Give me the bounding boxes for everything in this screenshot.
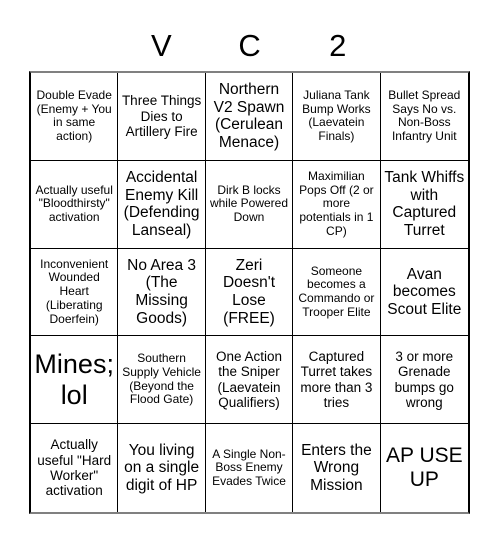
bingo-cell[interactable]: Double Evade (Enemy + You in same action… (31, 73, 119, 161)
bingo-cell[interactable]: Actually useful "Bloodthirsty" activatio… (31, 160, 119, 249)
title-letter-5 (382, 20, 470, 71)
bingo-cell[interactable]: Mines; lol (31, 336, 119, 425)
bingo-cell-text: Actually useful "Bloodthirsty" activatio… (35, 182, 113, 225)
bingo-cell-text: Actually useful "Hard Worker" activation (37, 437, 112, 499)
bingo-cell[interactable]: Southern Supply Vehicle (Beyond the Floo… (118, 336, 206, 425)
bingo-cell-text: Bullet Spread Says No vs. Non-Boss Infan… (388, 88, 461, 144)
bingo-cell-text: You living on a single digit of HP (124, 441, 200, 494)
bingo-cell-text: Avan becomes Scout Elite (387, 265, 462, 318)
bingo-cell-text: A Single Non-Boss Enemy Evades Twice (212, 446, 286, 488)
bingo-cell[interactable]: AP USE UP (380, 424, 468, 512)
card-title-row: V C 2 (29, 20, 470, 71)
bingo-cell[interactable]: Someone becomes a Commando or Trooper El… (293, 248, 381, 337)
bingo-grid: Double Evade (Enemy + You in same action… (29, 71, 470, 514)
bingo-cell-text: Accidental Enemy Kill (Defending Lanseal… (123, 168, 200, 239)
bingo-cell[interactable]: Captured Turret takes more than 3 tries (293, 336, 381, 425)
bingo-cell-text: No Area 3 (The Missing Goods) (127, 256, 197, 327)
bingo-cell[interactable]: Avan becomes Scout Elite (380, 248, 468, 337)
title-letter-2: V (150, 28, 172, 63)
bingo-cell-text: Three Things Dies to Artillery Fire (121, 93, 202, 140)
bingo-cell[interactable]: Zeri Doesn't Lose (FREE) (205, 248, 294, 337)
bingo-cell-text: Northern V2 Spawn (Cerulean Menace) (213, 81, 285, 152)
title-letter-3: C (238, 28, 261, 63)
bingo-cell[interactable]: Three Things Dies to Artillery Fire (118, 73, 206, 161)
bingo-cell-text: Captured Turret takes more than 3 tries (300, 349, 373, 411)
bingo-cell[interactable]: Actually useful "Hard Worker" activation (31, 424, 119, 512)
bingo-cell[interactable]: Northern V2 Spawn (Cerulean Menace) (205, 73, 294, 161)
bingo-cell-text: Zeri Doesn't Lose (FREE) (222, 256, 276, 327)
title-letter-4: 2 (329, 28, 347, 63)
bingo-cell[interactable]: Bullet Spread Says No vs. Non-Boss Infan… (380, 73, 468, 161)
bingo-cell-text: One Action the Sniper (Laevatein Qualifi… (215, 349, 283, 411)
bingo-cell-text: Double Evade (Enemy + You in same action… (36, 88, 112, 144)
bingo-cell[interactable]: Dirk B locks while Powered Down (205, 160, 294, 249)
bingo-cell-text: 3 or more Grenade bumps go wrong (394, 349, 454, 411)
bingo-cell[interactable]: No Area 3 (The Missing Goods) (118, 248, 206, 337)
bingo-cell-text: Mines; lol (34, 349, 114, 410)
bingo-cell-text: Someone becomes a Commando or Trooper El… (298, 263, 375, 319)
title-letter-1 (29, 20, 117, 71)
bingo-cell[interactable]: Inconvenient Wounded Heart (Liberating D… (31, 248, 119, 337)
bingo-cell[interactable]: One Action the Sniper (Laevatein Qualifi… (205, 336, 294, 425)
bingo-cell[interactable]: Tank Whiffs with Captured Turret (380, 160, 468, 249)
bingo-cell[interactable]: 3 or more Grenade bumps go wrong (380, 336, 468, 425)
bingo-cell[interactable]: Accidental Enemy Kill (Defending Lanseal… (118, 160, 206, 249)
bingo-cell-text: Tank Whiffs with Captured Turret (384, 168, 465, 239)
bingo-cell-text: Dirk B locks while Powered Down (209, 182, 289, 225)
bingo-cell[interactable]: A Single Non-Boss Enemy Evades Twice (205, 424, 294, 512)
bingo-cell-text: Inconvenient Wounded Heart (Liberating D… (40, 256, 109, 326)
bingo-cell-text: Juliana Tank Bump Works (Laevatein Final… (302, 88, 371, 144)
bingo-cell[interactable]: Maximilian Pops Off (2 or more potential… (293, 160, 381, 249)
bingo-cell[interactable]: Enters the Wrong Mission (293, 424, 381, 512)
bingo-cell-text: AP USE UP (385, 444, 463, 492)
bingo-cell[interactable]: You living on a single digit of HP (118, 424, 206, 512)
bingo-cell-text: Enters the Wrong Mission (301, 441, 372, 494)
bingo-cell-text: Southern Supply Vehicle (Beyond the Floo… (122, 351, 201, 407)
bingo-cell[interactable]: Juliana Tank Bump Works (Laevatein Final… (293, 73, 381, 161)
bingo-cell-text: Maximilian Pops Off (2 or more potential… (299, 169, 374, 238)
bingo-card: V C 2 Double Evade (Enemy + You in same … (0, 0, 500, 544)
